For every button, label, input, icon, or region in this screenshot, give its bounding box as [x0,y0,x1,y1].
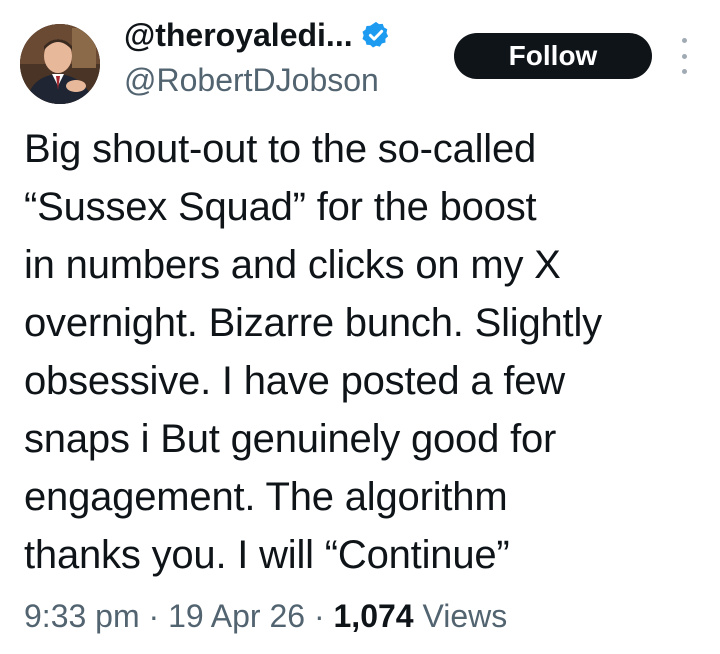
tweet-meta: 9:33 pm · 19 Apr 26 · 1,074 Views [24,594,507,638]
tweet-line: engagement. The algorithm [24,475,508,519]
tweet-time[interactable]: 9:33 pm [24,598,140,634]
tweet-date[interactable]: 19 Apr 26 [168,598,305,634]
avatar[interactable] [20,24,100,104]
tweet-line: overnight. Bizarre bunch. Slightly [24,301,602,345]
more-dot [681,53,687,59]
author-names: @theroyaledi... @RobertDJobson [124,12,444,100]
meta-separator: · [148,598,160,634]
more-dot [681,38,687,43]
more-options-icon[interactable] [672,38,696,74]
tweet-text: Big shout-out to the so-called “Sussex S… [24,120,704,584]
author-handle[interactable]: @RobertDJobson [124,60,444,100]
tweet-line: in numbers and clicks on my X [24,243,561,287]
tweet-line: “Sussex Squad” for the boost [24,185,537,229]
display-name[interactable]: @theroyaledi... [124,17,353,54]
follow-button[interactable]: Follow [454,33,652,79]
display-name-row: @theroyaledi... [124,12,444,58]
avatar-image [20,24,100,104]
tweet-line: snaps i But genuinely good for [24,417,557,461]
tweet-header: @theroyaledi... @RobertDJobson Follow [0,0,720,110]
views-count[interactable]: 1,074 [334,598,414,634]
tweet-line: obsessive. I have posted a few [24,359,565,403]
more-dot [681,69,687,74]
meta-separator: · [313,598,325,634]
verified-badge-icon[interactable] [361,20,391,50]
views-label[interactable]: Views [422,598,507,634]
tweet-line: Big shout-out to the so-called [24,127,537,171]
tweet-line: thanks you. I will “Continue” [24,533,510,577]
